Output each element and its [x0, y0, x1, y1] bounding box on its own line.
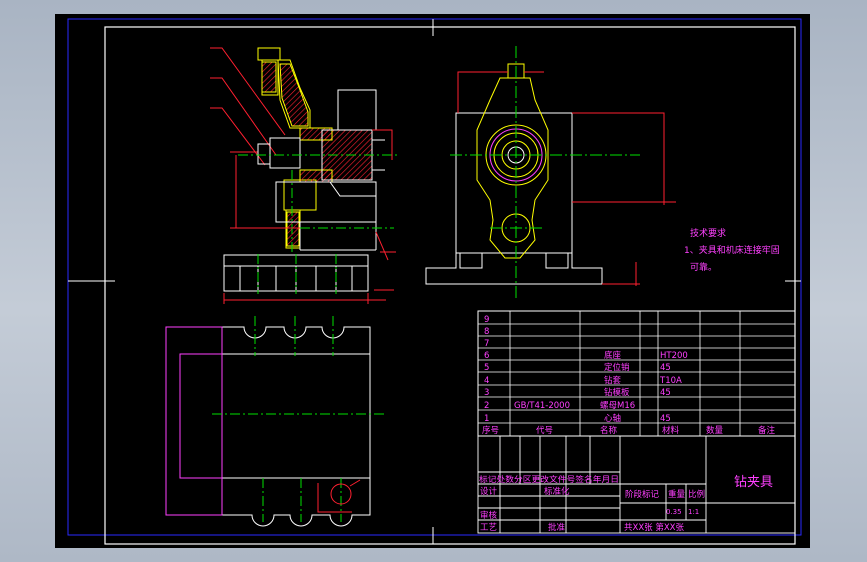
review-label: 审核	[480, 510, 498, 521]
parts-header-code: 代号	[536, 425, 553, 436]
tech-requirements-title: 技术要求	[690, 227, 726, 239]
cad-drawing: 技术要求 1、夹具和机床连接牢固 可靠。 9 8 7 6 5 4 3 2 1 底…	[55, 14, 810, 548]
parts-row-name: 定位销	[604, 362, 630, 373]
parts-row-no: 2	[484, 401, 489, 411]
approve-label: 批准	[548, 522, 566, 533]
parts-row-no: 7	[484, 339, 489, 349]
scale-value: 1:1	[688, 508, 699, 516]
parts-row-no: 6	[484, 351, 489, 361]
weight-label: 重量	[668, 489, 686, 500]
parts-row-no: 1	[484, 414, 489, 424]
parts-header-no: 序号	[482, 425, 499, 436]
parts-row-no: 3	[484, 388, 489, 398]
model-space	[55, 14, 810, 548]
parts-header-name: 名称	[600, 425, 618, 436]
parts-row-name: 钻套	[604, 375, 622, 386]
parts-row-no: 8	[484, 327, 489, 337]
parts-row-material: HT200	[660, 351, 688, 361]
parts-header-material: 材料	[662, 425, 680, 436]
parts-row-no: 4	[484, 376, 489, 386]
parts-row-material: 45	[660, 414, 671, 424]
parts-row-material: T10A	[659, 376, 682, 386]
scale-label: 比例	[688, 489, 705, 500]
parts-row-no: 5	[484, 363, 489, 373]
parts-row-no: 9	[484, 315, 489, 325]
parts-row-name: 钻模板	[604, 387, 630, 398]
parts-row-name: 螺母M16	[600, 400, 635, 411]
sheet-count: 共XX张 第XX张	[624, 522, 684, 533]
drawing-title: 钻夹具	[734, 475, 773, 490]
parts-row-material: 45	[660, 363, 671, 373]
design-label: 设计	[480, 486, 498, 497]
standardize-label: 标准化	[544, 486, 570, 497]
process-label: 工艺	[480, 523, 497, 533]
parts-row-name: 底座	[604, 350, 622, 361]
parts-header-qty: 数量	[706, 425, 724, 436]
stage-mark-label: 阶段标记	[625, 489, 660, 500]
revision-row: 标记处数分区更改文件号签名年月日	[479, 474, 619, 484]
weight-value: 0.35	[666, 508, 682, 516]
tech-requirements-line2: 可靠。	[690, 261, 717, 273]
parts-row-code: GB/T41-2000	[514, 401, 570, 411]
parts-row-name: 心轴	[604, 413, 621, 424]
parts-row-material: 45	[660, 388, 671, 398]
parts-header-note: 备注	[758, 425, 776, 436]
tech-requirements-line1: 1、夹具和机床连接牢固	[684, 244, 780, 256]
